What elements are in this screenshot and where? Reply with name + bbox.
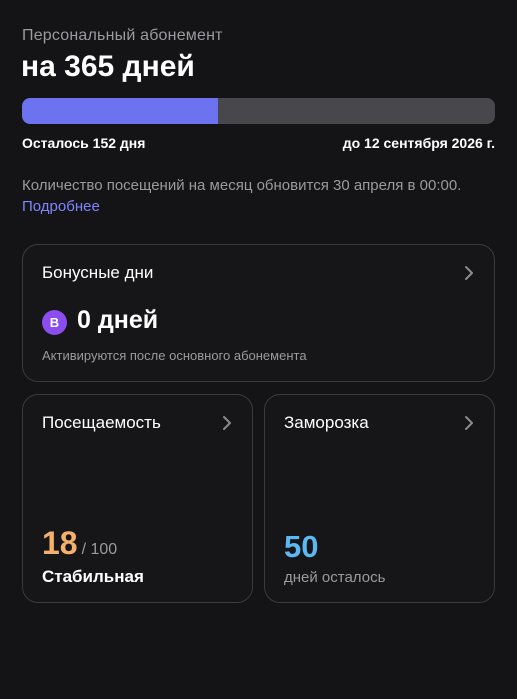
subscription-screen: Персональный абонемент на 365 дней Остал…	[0, 0, 517, 699]
attendance-title: Посещаемость	[42, 413, 161, 432]
visits-refresh-text: Количество посещений на месяц обновится …	[22, 177, 462, 194]
chevron-right-icon	[464, 415, 474, 431]
bonus-days-value: 0 дней	[77, 306, 159, 334]
freeze-days-value: 50	[284, 529, 319, 564]
subscription-kind-label: Персональный абонемент	[22, 27, 223, 44]
bonus-days-card[interactable]: Бонусные дни B 0 дней Активируются после…	[22, 244, 495, 382]
more-details-link[interactable]: Подробнее	[22, 198, 100, 215]
freeze-card[interactable]: Заморозка 50 дней осталось	[264, 394, 495, 603]
subscription-title: на 365 дней	[21, 50, 195, 83]
subscription-progress-bar	[22, 98, 495, 124]
remaining-days-text: Осталось 152 дня	[22, 135, 146, 151]
subscription-progress-fill	[22, 98, 219, 124]
attendance-limit: / 100	[81, 541, 118, 558]
attendance-value: 18/ 100	[42, 525, 117, 562]
end-date-text: до 12 сентября 2026 г.	[342, 135, 495, 151]
bonus-days-caption: Активируются после основного абонемента	[42, 348, 307, 363]
freeze-title: Заморозка	[284, 413, 369, 432]
attendance-count: 18	[42, 525, 78, 561]
bonus-days-title: Бонусные дни	[42, 263, 154, 282]
freeze-days-caption: дней осталось	[284, 569, 386, 586]
attendance-card[interactable]: Посещаемость 18/ 100 Стабильная	[22, 394, 253, 603]
chevron-right-icon	[222, 415, 232, 431]
chevron-right-icon	[464, 265, 474, 281]
visits-refresh-info: Количество посещений на месяц обновится …	[22, 175, 502, 217]
bonus-b-icon: B	[42, 310, 67, 335]
attendance-status: Стабильная	[42, 567, 144, 586]
